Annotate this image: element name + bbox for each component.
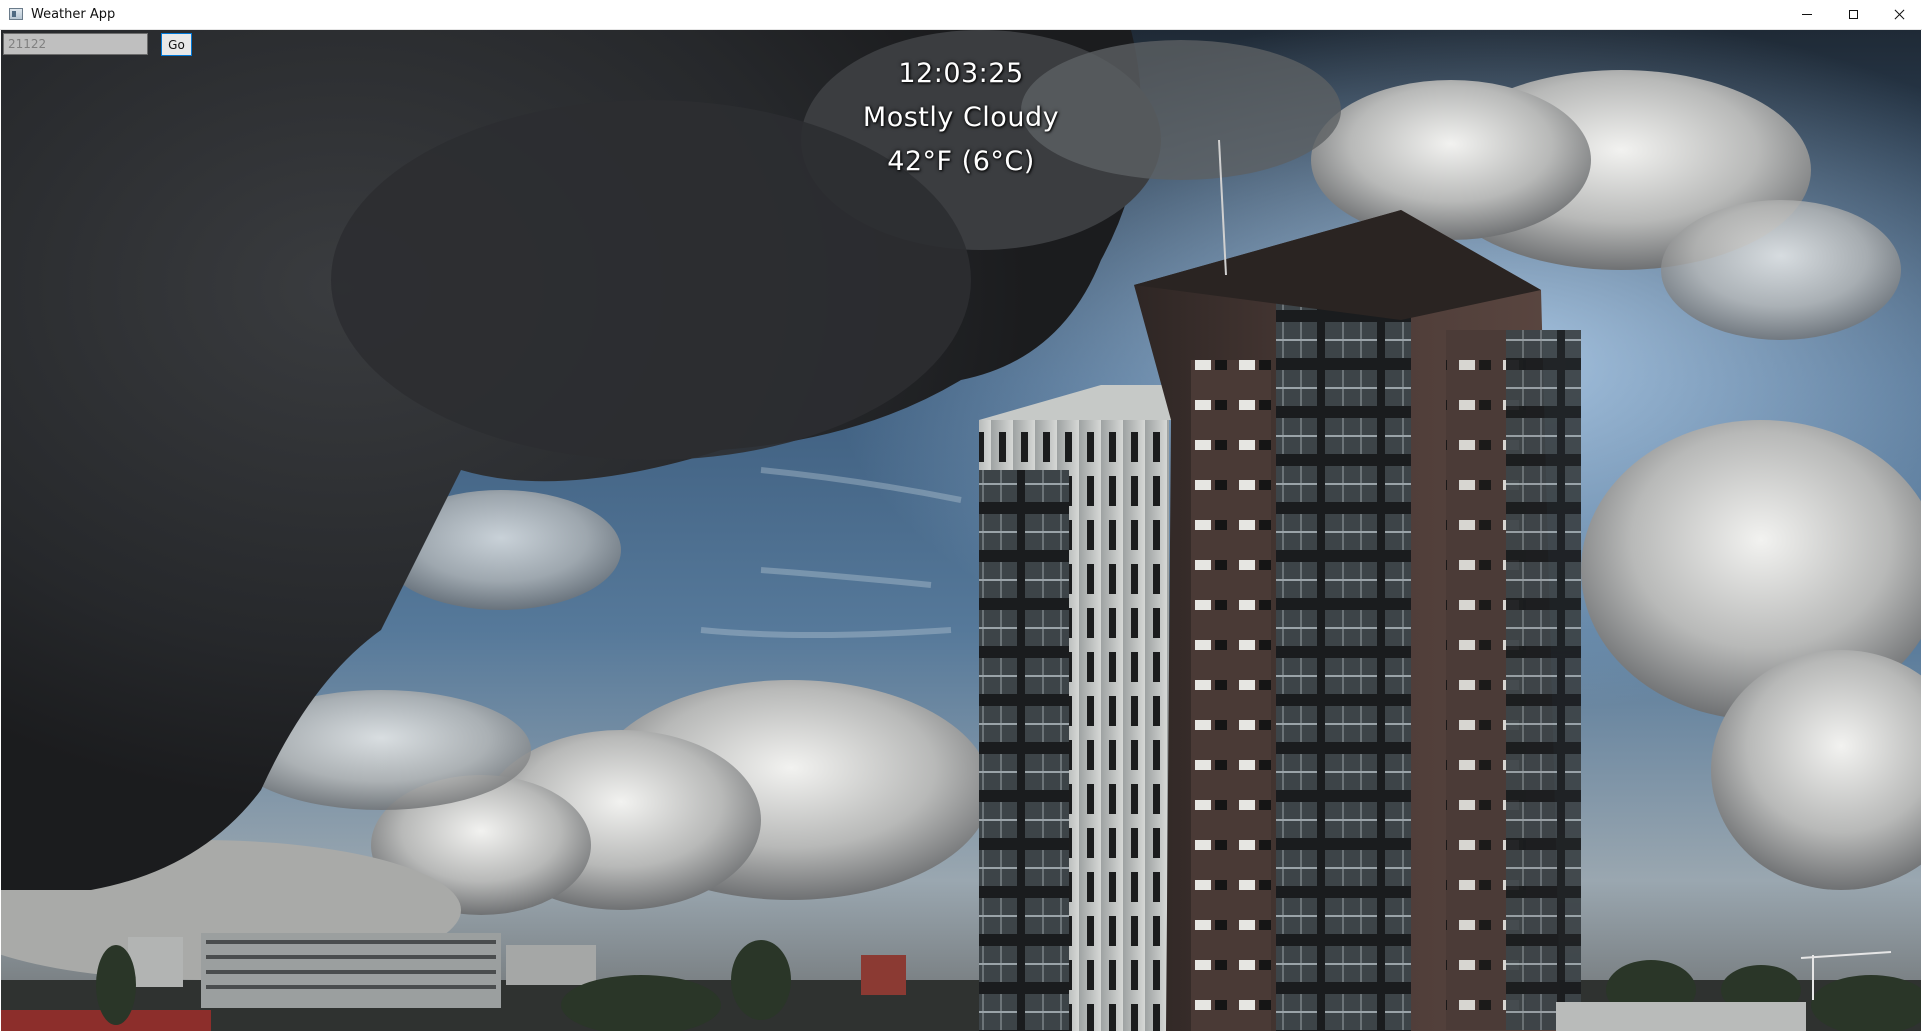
- close-icon: [1894, 9, 1905, 20]
- weather-summary: 12:03:25 Mostly Cloudy 42°F (6°C): [761, 52, 1161, 184]
- close-button[interactable]: [1876, 0, 1922, 29]
- app-icon: [9, 8, 23, 20]
- weather-condition: Mostly Cloudy: [862, 102, 1060, 133]
- current-time: 12:03:25: [898, 58, 1024, 89]
- weather-app-window: Weather App 21122 Go 12:03:25 Mostly Clo…: [0, 0, 1922, 1032]
- zip-code-input[interactable]: [3, 33, 148, 55]
- temperature: 42°F (6°C): [887, 146, 1035, 177]
- maximize-icon: [1848, 10, 1858, 19]
- maximize-button[interactable]: [1830, 0, 1876, 29]
- weather-view: Go 12:03:25 Mostly Cloudy 42°F (6°C): [1, 30, 1921, 1031]
- minimize-icon: [1802, 14, 1812, 15]
- minimize-button[interactable]: [1784, 0, 1830, 29]
- title-bar[interactable]: Weather App: [0, 0, 1922, 30]
- window-title: Weather App: [31, 7, 116, 22]
- go-button[interactable]: Go: [161, 33, 192, 56]
